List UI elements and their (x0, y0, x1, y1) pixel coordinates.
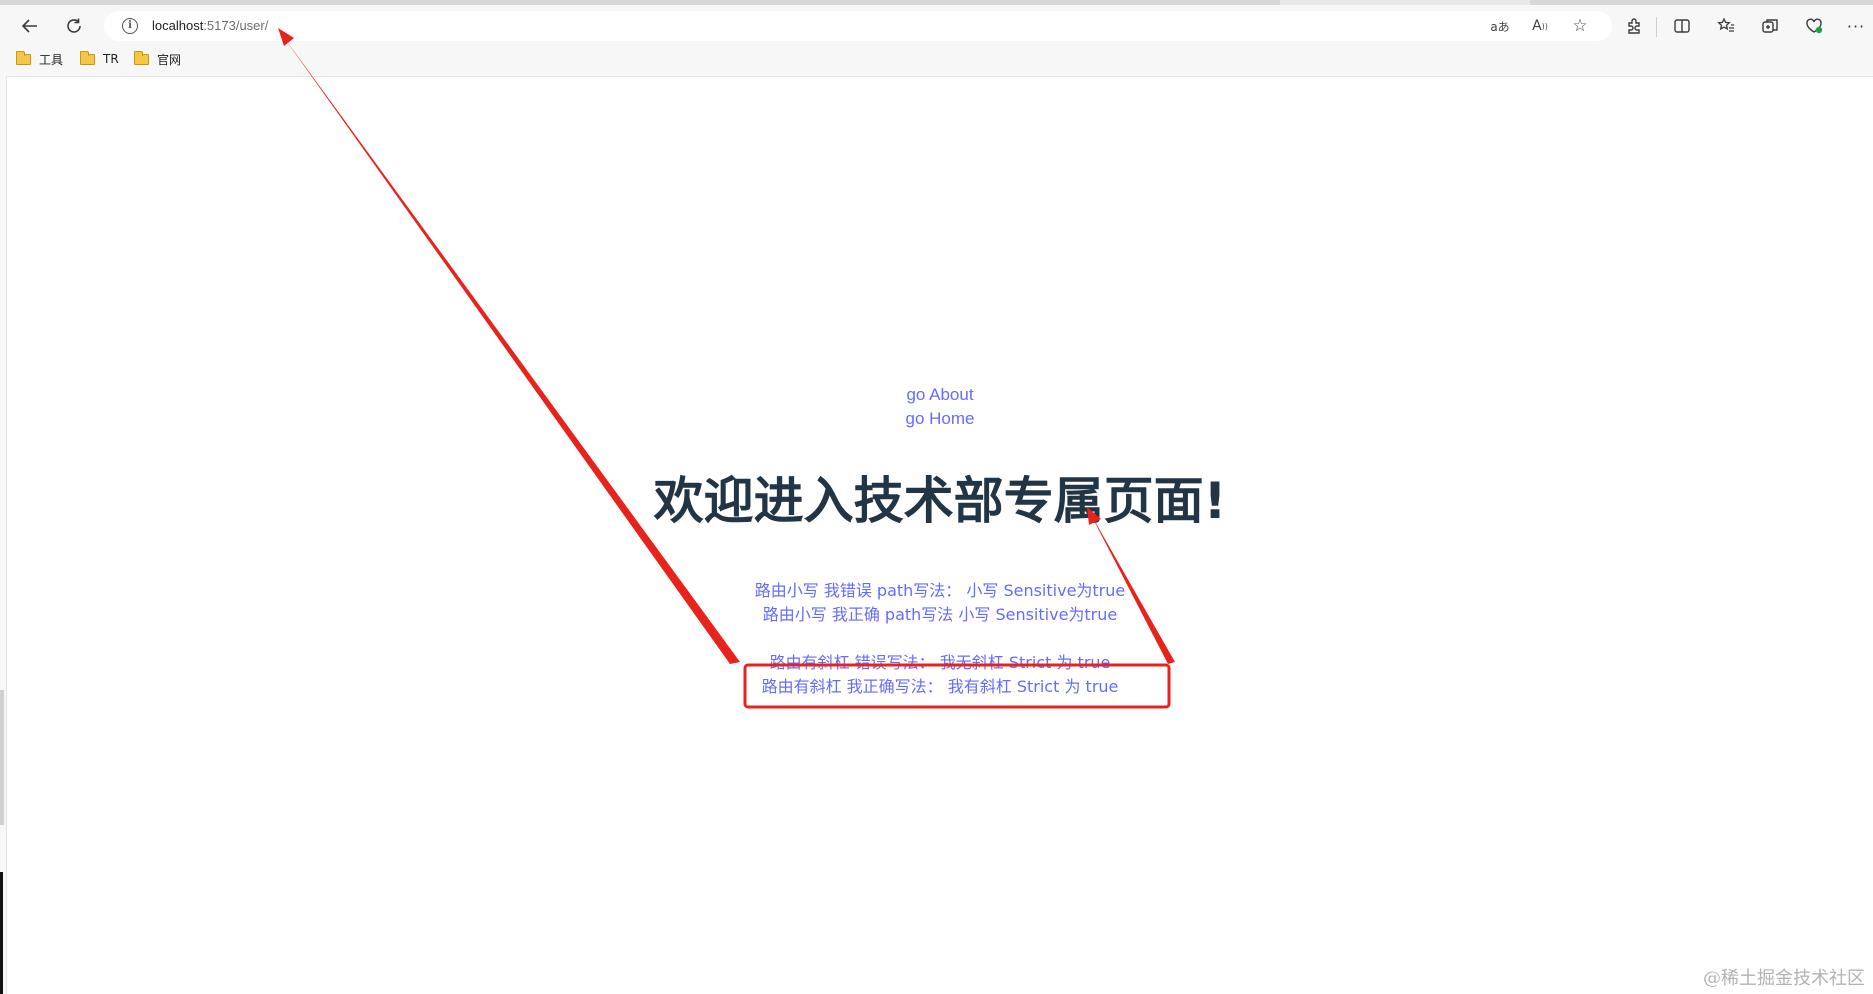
left-edge-bar (0, 872, 3, 994)
favorites-icon[interactable] (1712, 12, 1740, 40)
reload-icon[interactable] (60, 12, 88, 40)
bookmark-tools[interactable]: 工具 (16, 49, 63, 69)
address-bar[interactable]: i localhost:5173/user/ aあ A)) ☆ (104, 11, 1612, 41)
toolbar-divider (1656, 17, 1657, 37)
collections-icon[interactable] (1756, 12, 1784, 40)
folder-icon (80, 50, 95, 65)
bookmark-tr[interactable]: TR (80, 49, 119, 69)
route-links: 路由小写 我错误 path写法： 小写 Sensitive为true 路由小写 … (7, 579, 1873, 699)
page-viewport: go About go Home 欢迎进入技术部专属页面! 路由小写 我错误 p… (6, 76, 1873, 994)
extensions-icon[interactable] (1620, 12, 1648, 40)
read-aloud-glyph: A (1532, 18, 1542, 34)
page-title: 欢迎进入技术部专属页面! (653, 472, 1227, 530)
go-home-link[interactable]: go Home (7, 407, 1873, 431)
nav-links: go About go Home (7, 383, 1873, 431)
more-menu-icon[interactable]: ··· (1842, 12, 1870, 40)
folder-icon (16, 50, 31, 65)
route-link-lowercase-correct[interactable]: 路由小写 我正确 path写法 小写 Sensitive为true (7, 603, 1873, 627)
url-path: :5173/user/ (203, 18, 269, 33)
bookmark-label: 工具 (39, 52, 64, 67)
go-about-link[interactable]: go About (7, 383, 1873, 407)
route-links-spacer (7, 627, 1873, 651)
route-link-slash-wrong[interactable]: 路由有斜杠 错误写法： 我无斜杠 Strict 为 true (7, 651, 1873, 675)
browser-toolbar: i localhost:5173/user/ aあ A)) ☆ ··· (0, 5, 1873, 45)
url-text[interactable]: localhost:5173/user/ (152, 18, 268, 33)
translate-icon[interactable]: aあ (1488, 14, 1512, 38)
bookmarks-bar: 工具 TR 官网 (0, 46, 1873, 72)
read-aloud-icon[interactable]: A)) (1528, 14, 1552, 38)
bookmark-official-site[interactable]: 官网 (134, 49, 181, 69)
site-info-icon[interactable]: i (122, 18, 138, 34)
split-screen-icon[interactable] (1668, 12, 1696, 40)
route-link-lowercase-wrong[interactable]: 路由小写 我错误 path写法： 小写 Sensitive为true (7, 579, 1873, 603)
url-host: localhost (152, 18, 204, 33)
bookmark-label: 官网 (157, 52, 182, 67)
watermark: @稀土掘金技术社区 (1703, 968, 1865, 989)
left-edge-bar (0, 690, 4, 825)
back-icon[interactable] (16, 12, 44, 40)
folder-icon (134, 50, 149, 65)
bookmark-label: TR (103, 52, 119, 66)
favorite-star-icon[interactable]: ☆ (1568, 14, 1592, 38)
route-link-slash-correct[interactable]: 路由有斜杠 我正确写法： 我有斜杠 Strict 为 true (7, 675, 1873, 699)
browser-essentials-icon[interactable] (1800, 12, 1828, 40)
